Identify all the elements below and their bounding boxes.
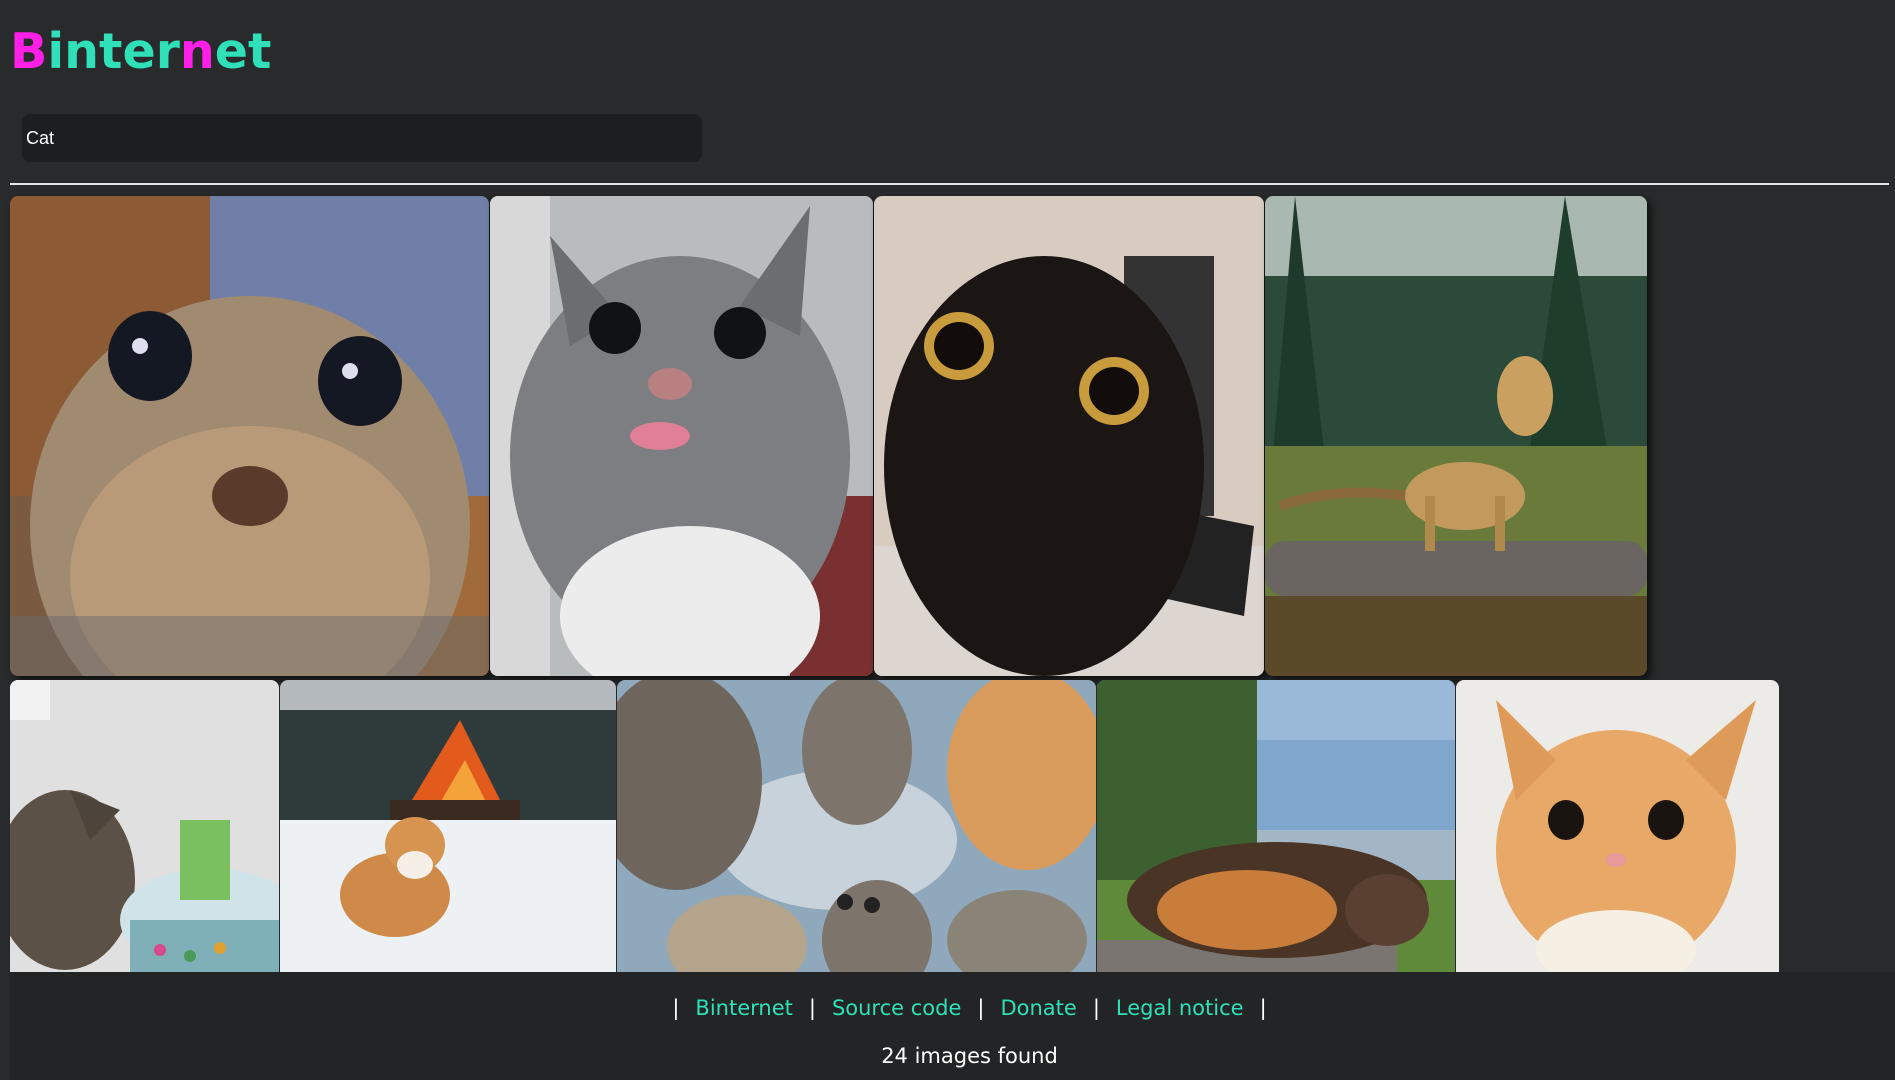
- result-count: 24 images found: [881, 1044, 1058, 1068]
- binternet-page: Binternet Cat | Binternet | Source code …: [0, 0, 1895, 1080]
- footer-separator: |: [808, 996, 816, 1020]
- image-result-2[interactable]: [490, 196, 873, 676]
- logo-letter: n: [64, 23, 100, 80]
- image-result-9[interactable]: [1456, 680, 1779, 972]
- header-divider: [10, 183, 1889, 185]
- footer-separator: |: [672, 996, 680, 1020]
- footer-separator: |: [1092, 996, 1100, 1020]
- footer-separator: |: [1259, 996, 1267, 1020]
- cat-photo-icon: [617, 680, 1096, 972]
- footer-link-donate[interactable]: Donate: [1000, 996, 1076, 1020]
- cat-photo-icon: [1456, 680, 1779, 972]
- search-input[interactable]: [22, 114, 702, 162]
- logo-letter: n: [179, 23, 215, 80]
- binternet-logo[interactable]: Binternet: [10, 22, 271, 82]
- cat-photo-icon: [874, 196, 1264, 676]
- image-result-4[interactable]: [1265, 196, 1647, 676]
- logo-letter: r: [155, 23, 180, 80]
- logo-letter: i: [47, 23, 65, 80]
- logo-letter: e: [122, 23, 156, 80]
- image-result-7[interactable]: [617, 680, 1096, 972]
- logo-letter: e: [214, 23, 249, 80]
- image-result-3[interactable]: [874, 196, 1264, 676]
- cat-photo-icon: [10, 196, 489, 676]
- footer-links: | Binternet | Source code | Donate | Legal noti…: [10, 996, 1895, 1020]
- page-footer: | Binternet | Source code | Donate | Legal noti…: [10, 972, 1895, 1080]
- footer-link-binternet[interactable]: Binternet: [695, 996, 792, 1020]
- footer-link-legal-notice[interactable]: Legal notice: [1116, 996, 1244, 1020]
- footer-separator: |: [977, 996, 985, 1020]
- cat-photo-icon: [1097, 680, 1455, 972]
- cat-photo-icon: [10, 680, 279, 972]
- image-result-8[interactable]: [1097, 680, 1455, 972]
- cat-photo-icon: [490, 196, 873, 676]
- cat-photo-icon: [1265, 196, 1647, 676]
- logo-letter: B: [10, 23, 48, 80]
- image-result-5[interactable]: [10, 680, 279, 972]
- logo-letter: t: [99, 23, 123, 80]
- logo-letter: t: [248, 23, 272, 80]
- cat-photo-icon: [280, 680, 616, 972]
- footer-link-source-code[interactable]: Source code: [832, 996, 961, 1020]
- image-result-1[interactable]: [10, 196, 489, 676]
- image-result-6[interactable]: [280, 680, 616, 972]
